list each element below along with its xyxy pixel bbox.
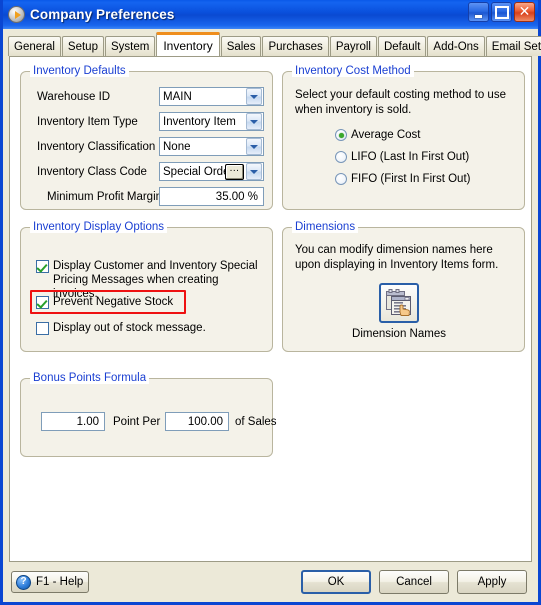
- company-preferences-window: Company Preferences ✕ General Setup Syst…: [0, 0, 541, 605]
- of-sales-label: of Sales: [235, 416, 277, 428]
- inventory-classification-label: Inventory Classification: [37, 141, 156, 153]
- inventory-class-code-label: Inventory Class Code: [37, 166, 147, 178]
- dimensions-description: You can modify dimension names here upon…: [295, 244, 499, 271]
- inventory-item-type-combobox[interactable]: Inventory Item: [159, 112, 264, 131]
- radio-lifo-label: LIFO (Last In First Out): [351, 151, 470, 163]
- inventory-class-code-value: Special Order: [163, 165, 225, 178]
- close-button[interactable]: ✕: [514, 2, 535, 22]
- chevron-down-icon[interactable]: [246, 113, 262, 130]
- chevron-down-icon[interactable]: [246, 163, 262, 180]
- minimum-profit-margin-value: 35.00 %: [215, 190, 258, 203]
- tab-system[interactable]: System: [104, 36, 156, 56]
- tab-sales[interactable]: Sales: [220, 36, 262, 56]
- question-mark-icon: ?: [16, 574, 31, 590]
- tab-purchases[interactable]: Purchases: [262, 36, 329, 56]
- apply-button[interactable]: Apply: [457, 570, 527, 594]
- cost-method-description: Select your default costing method to us…: [295, 89, 506, 116]
- inventory-cost-method-legend: Inventory Cost Method: [292, 65, 414, 77]
- help-button-label: F1 - Help: [36, 576, 84, 588]
- tab-setup[interactable]: Setup: [61, 36, 104, 56]
- tab-payroll[interactable]: Payroll: [329, 36, 377, 56]
- checkbox-indicator: [36, 296, 49, 309]
- bonus-points-formula-legend: Bonus Points Formula: [30, 372, 150, 384]
- bonus-points-formula-group: Bonus Points Formula 1.00 Point Per 100.…: [20, 372, 277, 457]
- inventory-display-options-group: Inventory Display Options Display Custom…: [20, 221, 273, 352]
- window-controls: ✕: [468, 2, 535, 22]
- warehouse-id-value: MAIN: [163, 90, 192, 103]
- checkbox-prevent-negative-stock-label: Prevent Negative Stock: [53, 296, 174, 308]
- chevron-down-icon[interactable]: [246, 138, 262, 155]
- window-title: Company Preferences: [30, 7, 175, 22]
- dimension-names-icon: [386, 289, 411, 316]
- tab-general[interactable]: General: [8, 36, 61, 56]
- dimensions-legend: Dimensions: [292, 221, 359, 233]
- dialog-footer: ? F1 - Help OK Cancel Apply: [3, 562, 538, 602]
- minimize-button[interactable]: [468, 2, 489, 22]
- inventory-classification-value: None: [163, 140, 191, 153]
- checkbox-indicator: [36, 260, 49, 273]
- inventory-item-type-label: Inventory Item Type: [37, 116, 138, 128]
- inventory-cost-method-group: Inventory Cost Method Select your defaul…: [282, 65, 525, 210]
- inventory-tab-panel: Inventory Defaults Warehouse ID MAIN Inv…: [9, 56, 532, 562]
- title-bar[interactable]: Company Preferences ✕: [3, 0, 538, 29]
- tab-inventory[interactable]: Inventory: [156, 32, 220, 56]
- bonus-points-value: 1.00: [76, 415, 99, 428]
- warehouse-id-combobox[interactable]: MAIN: [159, 87, 264, 106]
- dimensions-group: Dimensions You can modify dimension name…: [282, 221, 525, 352]
- bonus-amount-input[interactable]: 100.00: [165, 412, 229, 431]
- minimum-profit-margin-label: Minimum Profit Margin: [47, 191, 163, 203]
- radio-indicator: [335, 129, 347, 141]
- ok-button[interactable]: OK: [301, 570, 371, 594]
- point-per-label: Point Per: [113, 416, 161, 428]
- radio-lifo[interactable]: LIFO (Last In First Out): [335, 151, 469, 163]
- tab-default[interactable]: Default: [377, 36, 427, 56]
- inventory-classification-combobox[interactable]: None: [159, 137, 264, 156]
- checkbox-prevent-negative-stock[interactable]: Prevent Negative Stock: [36, 295, 261, 309]
- warehouse-id-label: Warehouse ID: [37, 91, 111, 103]
- inventory-display-options-legend: Inventory Display Options: [30, 221, 168, 233]
- lookup-ellipsis-button[interactable]: ...: [225, 163, 244, 180]
- maximize-button[interactable]: [491, 2, 512, 22]
- cancel-button[interactable]: Cancel: [379, 570, 449, 594]
- dimension-names-caption: Dimension Names: [352, 328, 446, 340]
- inventory-defaults-group: Inventory Defaults Warehouse ID MAIN Inv…: [20, 65, 273, 210]
- minimum-profit-margin-input[interactable]: 35.00 %: [159, 187, 264, 206]
- help-button[interactable]: ? F1 - Help: [11, 571, 89, 593]
- checkbox-indicator: [36, 322, 49, 335]
- tab-email-setup[interactable]: Email Setup: [485, 36, 541, 56]
- radio-average-cost[interactable]: Average Cost: [335, 129, 420, 141]
- radio-indicator: [335, 151, 347, 163]
- bonus-amount-value: 100.00: [187, 415, 223, 428]
- checkbox-display-out-of-stock[interactable]: Display out of stock message.: [36, 321, 261, 335]
- inventory-item-type-value: Inventory Item: [163, 115, 236, 128]
- inventory-defaults-legend: Inventory Defaults: [30, 65, 129, 77]
- tab-add-ons[interactable]: Add-Ons: [427, 36, 485, 56]
- checkbox-display-out-of-stock-label: Display out of stock message.: [53, 322, 206, 334]
- dimension-names-button[interactable]: [379, 283, 419, 323]
- app-play-icon: [8, 6, 25, 23]
- radio-fifo[interactable]: FIFO (First In First Out): [335, 173, 470, 185]
- radio-fifo-label: FIFO (First In First Out): [351, 173, 471, 185]
- chevron-down-icon[interactable]: [246, 88, 262, 105]
- radio-average-cost-label: Average Cost: [351, 129, 421, 141]
- bonus-points-value-input[interactable]: 1.00: [41, 412, 105, 431]
- tab-strip: General Setup System Inventory Sales Pur…: [3, 32, 541, 56]
- inventory-class-code-combobox[interactable]: Special Order ...: [159, 162, 264, 181]
- radio-indicator: [335, 173, 347, 185]
